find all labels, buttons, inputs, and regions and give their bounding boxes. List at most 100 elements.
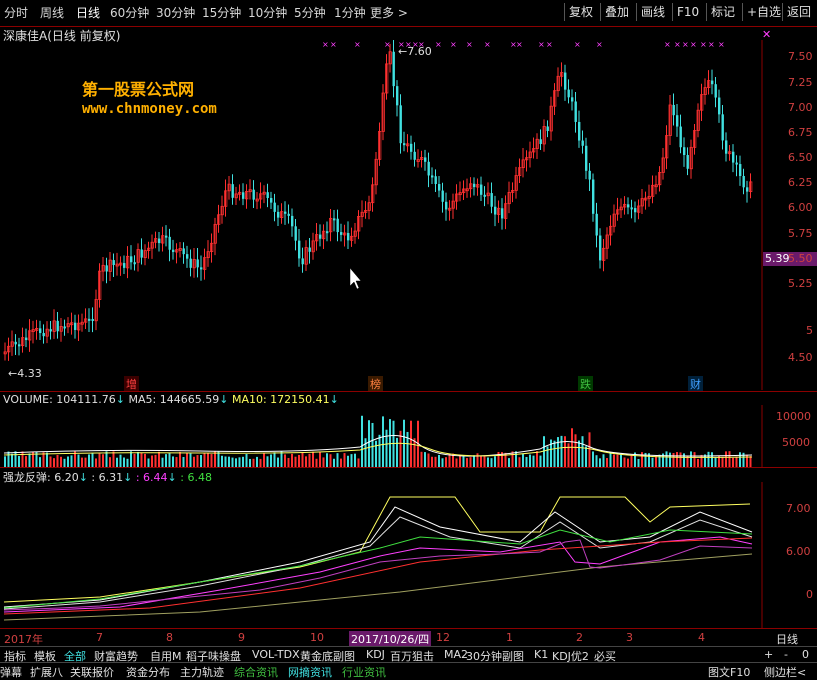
reset-zoom-button[interactable]: 0 <box>802 648 809 661</box>
tab-5min[interactable]: 5分钟 <box>294 4 326 21</box>
zoom-out-button[interactable]: - <box>784 648 788 661</box>
tab-1min[interactable]: 1分钟 <box>334 4 366 21</box>
volume-bar <box>420 451 423 467</box>
tab-news[interactable]: 综合资讯 <box>234 664 278 680</box>
indicator-axis-0: 0 <box>806 588 813 601</box>
volume-bar <box>137 451 139 467</box>
event-mark-increase[interactable]: 增 <box>124 376 139 392</box>
volume-bar <box>721 456 724 467</box>
candle-body <box>91 318 94 321</box>
volume-bar <box>445 457 447 467</box>
f10-button[interactable]: F10 <box>672 3 703 21</box>
tab-weekly[interactable]: 周线 <box>40 4 64 21</box>
volume-bar <box>63 458 66 467</box>
candle-body <box>501 208 504 219</box>
tab-10min[interactable]: 10分钟 <box>248 4 287 21</box>
signal-mark: × <box>574 40 581 49</box>
candle-body <box>399 105 402 144</box>
volume-axis-5000: 5000 <box>782 436 810 449</box>
tab-barrage[interactable]: 弹幕 <box>0 664 22 680</box>
date-label: 7 <box>96 631 103 644</box>
overlay-button[interactable]: 叠加 <box>600 3 633 21</box>
tab-60min[interactable]: 60分钟 <box>110 4 149 21</box>
back-button[interactable]: 返回 <box>782 3 815 21</box>
tab-more[interactable]: 更多 > <box>370 4 408 21</box>
volume-bar <box>294 456 297 467</box>
f10-graphic-button[interactable]: 图文F10 <box>708 664 750 680</box>
zoom-in-button[interactable]: + <box>764 648 773 661</box>
date-label: 10 <box>310 631 324 644</box>
candle-body <box>308 247 311 252</box>
indicator-chart[interactable] <box>0 482 817 628</box>
volume-bar <box>154 454 157 467</box>
volume-bar <box>581 436 584 467</box>
date-label: 12 <box>436 631 450 644</box>
volume-bar <box>228 456 230 467</box>
indicator-tabs: 指标 模板 全部 财富趋势 自用M 稻子味操盘 VOL-TDX 黄金底副图 KD… <box>0 646 817 663</box>
candle-body <box>42 333 45 337</box>
volume-bar <box>553 440 556 467</box>
signal-mark: × <box>538 40 545 49</box>
volume-bar <box>364 438 367 467</box>
candle-body <box>413 151 416 160</box>
tab-vol-tdx[interactable]: VOL-TDX <box>252 648 300 661</box>
volume-chart[interactable] <box>0 405 817 467</box>
volume-bar <box>109 457 111 467</box>
volume-bar <box>67 456 69 467</box>
volume-bar <box>679 452 682 467</box>
candle-body <box>392 51 395 87</box>
mark-button[interactable]: 标记 <box>706 3 739 21</box>
tab-intraday[interactable]: 分时 <box>4 4 28 21</box>
volume-bar <box>256 456 258 467</box>
candle-body <box>158 238 161 244</box>
tab-15min[interactable]: 15分钟 <box>202 4 241 21</box>
volume-bar <box>70 455 73 467</box>
volume-bar <box>326 453 328 467</box>
volume-bar <box>585 446 587 467</box>
volume-bar <box>616 454 619 467</box>
tab-main-track[interactable]: 主力轨迹 <box>180 664 224 680</box>
candle-body <box>189 258 192 268</box>
volume-bar <box>382 416 384 467</box>
tab-daily[interactable]: 日线 <box>76 4 100 21</box>
candle-body <box>182 248 185 255</box>
signal-mark: × <box>718 40 725 49</box>
price-chart[interactable]: × × × × × × × × × × × × × × × × × × × × × × × × × <box>0 40 817 390</box>
volume-bar <box>207 452 209 467</box>
tab-related-quote[interactable]: 关联报价 <box>70 664 114 680</box>
volume-bar <box>490 458 493 467</box>
tab-industry-news[interactable]: 行业资讯 <box>342 664 386 680</box>
volume-bar <box>165 454 167 467</box>
draw-button[interactable]: 画线 <box>636 3 669 21</box>
low-price-label: ←4.33 <box>8 367 42 380</box>
add-watchlist-button[interactable]: +自选 <box>742 3 785 21</box>
adjust-button[interactable]: 复权 <box>564 3 597 21</box>
candle-body <box>679 126 682 148</box>
volume-bar <box>277 457 279 467</box>
event-mark-finance[interactable]: 财 <box>688 376 703 392</box>
event-mark-list[interactable]: 榜 <box>368 376 383 392</box>
tab-kdj[interactable]: KDJ <box>366 648 385 661</box>
volume-bar <box>186 452 188 467</box>
volume-bar <box>49 456 52 467</box>
event-mark-fall[interactable]: 跌 <box>578 376 593 392</box>
tab-fund-distribution[interactable]: 资金分布 <box>126 664 170 680</box>
candle-body <box>585 145 588 171</box>
candle-body <box>567 89 570 98</box>
tab-ma2[interactable]: MA2 <box>444 648 468 661</box>
volume-bar <box>728 451 731 467</box>
tab-web-news[interactable]: 网摘资讯 <box>288 664 332 680</box>
candle-body <box>672 104 675 116</box>
volume-bar <box>466 458 468 467</box>
candle-body <box>483 194 486 197</box>
candle-body <box>746 187 749 192</box>
volume-bar <box>413 438 416 467</box>
candle-body <box>683 147 686 156</box>
volume-bar <box>133 453 136 467</box>
tab-k1[interactable]: K1 <box>534 648 548 661</box>
volume-bar <box>343 453 346 467</box>
candle-body <box>574 101 577 122</box>
tab-30min[interactable]: 30分钟 <box>156 4 195 21</box>
sidebar-toggle[interactable]: 侧边栏< <box>764 664 806 680</box>
tab-extend[interactable]: 扩展八 <box>30 664 63 680</box>
